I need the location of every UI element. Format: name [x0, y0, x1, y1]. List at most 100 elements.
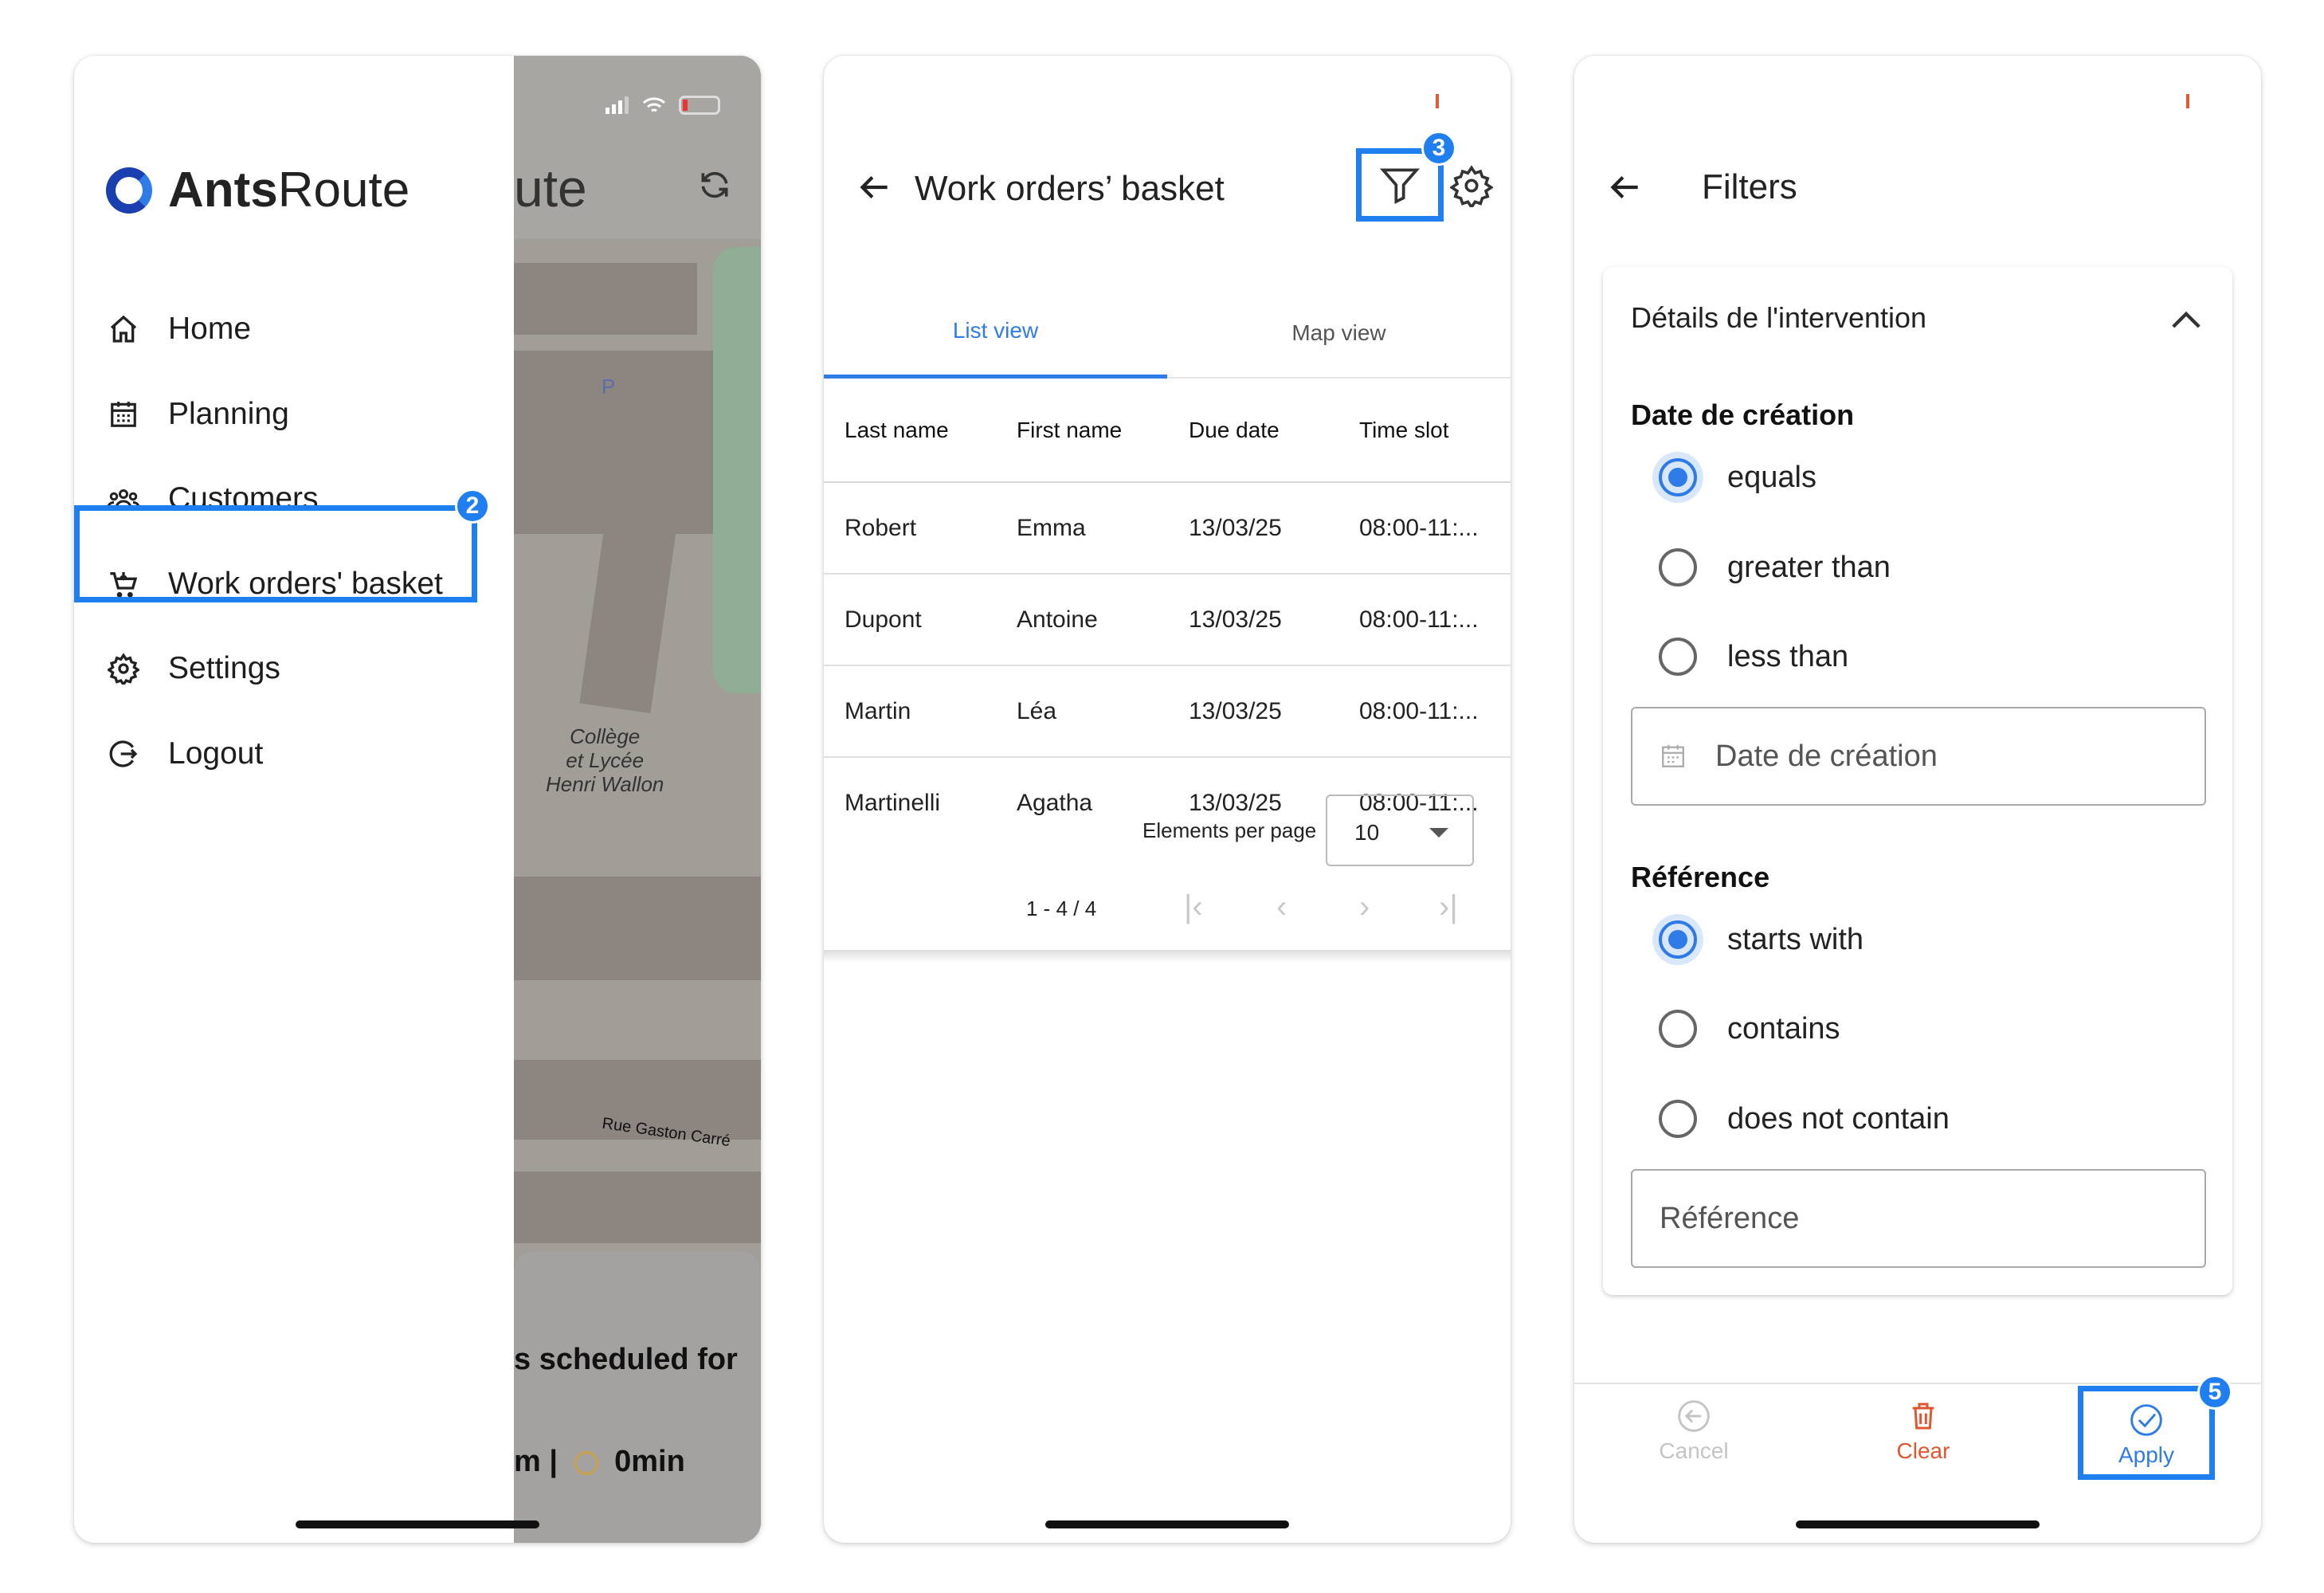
logout-icon [106, 736, 141, 771]
radio-equals[interactable]: equals [1652, 452, 1816, 503]
cell-last-name: Martinelli [845, 790, 941, 816]
first-page-icon[interactable]: |‹ [1184, 889, 1203, 925]
tab-map-view[interactable]: Map view [1167, 287, 1511, 379]
map-parking-label: P [602, 375, 616, 398]
home-indicator [1045, 1520, 1289, 1528]
refresh-icon[interactable] [697, 167, 732, 202]
cell-time-slot: 08:00-11:... [1338, 665, 1511, 758]
duration-value: 0min [614, 1445, 685, 1478]
field-placeholder: Référence [1660, 1201, 1800, 1235]
radio-indicator [1652, 914, 1703, 965]
battery-icon [679, 96, 720, 115]
back-arrow-icon[interactable] [1605, 167, 1644, 207]
field-placeholder: Date de création [1715, 739, 1938, 773]
table-row[interactable]: Martin Léa 13/03/25 08:00-11:... [824, 665, 1511, 758]
back-circle-icon [1678, 1400, 1710, 1432]
radio-label: contains [1727, 1011, 1840, 1046]
chevron-up-icon[interactable] [2169, 305, 2204, 338]
map-building [514, 263, 697, 335]
home-indicator [296, 1520, 539, 1528]
reference-field[interactable]: Référence [1631, 1169, 2206, 1268]
duration-row: m | 0min [514, 1445, 685, 1479]
per-page-value: 10 [1354, 820, 1380, 845]
phone-screen-menu: ute Collège et Lycée Henri Wallon Rue Ga… [74, 56, 761, 1543]
trash-icon [1912, 1403, 1934, 1430]
radio-does-not-contain[interactable]: does not contain [1659, 1100, 1950, 1138]
radio-indicator [1659, 1010, 1697, 1048]
radio-starts-with[interactable]: starts with [1652, 914, 1864, 965]
menu-item-home[interactable]: Home [106, 293, 251, 365]
action-bar: Cancel Clear Apply 5 [1574, 1375, 2261, 1543]
radio-indicator [1652, 452, 1703, 503]
table-row[interactable]: Dupont Antoine 13/03/25 08:00-11:... [824, 574, 1511, 666]
creation-date-field[interactable]: Date de création [1631, 707, 2206, 806]
menu-item-logout[interactable]: Logout [106, 718, 263, 790]
home-icon [106, 312, 141, 347]
duration-text: m | [514, 1445, 558, 1478]
radio-label: starts with [1727, 922, 1864, 956]
radio-indicator [1659, 638, 1697, 676]
radio-indicator [1659, 548, 1697, 587]
antsroute-logo: AntsRoute [106, 162, 410, 218]
group-title-reference: Référence [1631, 861, 1770, 893]
gear-icon[interactable] [1449, 164, 1494, 211]
map-building [514, 1171, 761, 1243]
apply-button[interactable]: Apply [2078, 1386, 2215, 1480]
per-page-select[interactable]: 10 [1326, 795, 1474, 866]
radio-label: equals [1727, 460, 1816, 494]
cell-due-date: 13/03/25 [1168, 482, 1338, 575]
column-header[interactable]: Due date [1168, 379, 1338, 483]
cell-time-slot: 08:00-11:... [1338, 574, 1511, 666]
back-arrow-icon[interactable] [854, 167, 894, 207]
tab-list-view[interactable]: List view [824, 287, 1167, 379]
cell-last-name: Robert [824, 482, 996, 575]
radio-contains[interactable]: contains [1659, 1010, 1840, 1048]
scheduled-text: s scheduled for [514, 1343, 738, 1376]
menu-label: Logout [168, 736, 264, 771]
step-badge: 2 [455, 488, 490, 524]
clear-label: Clear [1896, 1438, 1950, 1463]
nav-drawer: AntsRoute Home Planning Customers Work o… [74, 56, 514, 1543]
column-header[interactable]: Time slot [1338, 379, 1511, 483]
logo-text: AntsRoute [168, 163, 410, 218]
cell-first-name: Antoine [996, 574, 1168, 666]
check-circle-icon [2130, 1404, 2162, 1436]
chevron-down-icon [1429, 828, 1448, 838]
prev-page-icon[interactable]: ‹ [1276, 889, 1287, 925]
apply-label: Apply [2118, 1442, 2175, 1467]
page-title: Work orders’ basket [915, 169, 1225, 208]
status-bar [605, 96, 720, 115]
radio-less-than[interactable]: less than [1659, 638, 1848, 676]
cancel-button[interactable]: Cancel [1630, 1399, 1758, 1464]
radio-greater-than[interactable]: greater than [1659, 548, 1891, 587]
column-header[interactable]: Last name [824, 379, 996, 483]
last-page-icon[interactable]: ›| [1439, 889, 1458, 925]
map-background: ute Collège et Lycée Henri Wallon Rue Ga… [514, 56, 761, 1543]
menu-item-settings[interactable]: Settings [106, 633, 280, 704]
wifi-icon [642, 97, 666, 112]
calendar-icon [1662, 744, 1684, 767]
radio-indicator [1659, 1100, 1697, 1138]
highlight-work-orders [74, 505, 477, 602]
radio-label: does not contain [1727, 1101, 1950, 1136]
map-park [713, 247, 761, 693]
status-dot [2186, 94, 2189, 108]
table-row[interactable]: Robert Emma 13/03/25 08:00-11:... [824, 482, 1511, 575]
clear-button[interactable]: Clear [1860, 1399, 1987, 1464]
next-page-icon[interactable]: › [1359, 889, 1370, 925]
work-orders-table: Last name First name Due date Time slot … [824, 379, 1511, 849]
menu-item-planning[interactable]: Planning [106, 379, 289, 450]
summary-card [514, 1251, 761, 1543]
table-bottom-shadow [824, 950, 1511, 963]
cell-first-name: Emma [996, 482, 1168, 575]
map-building [514, 877, 761, 980]
column-header[interactable]: First name [996, 379, 1168, 483]
signal-icon [605, 96, 629, 114]
home-indicator [1796, 1520, 2040, 1528]
phone-screen-basket: Work orders’ basket 3 List view Map view… [824, 56, 1511, 1543]
menu-label: Home [168, 312, 252, 346]
filter-card: Détails de l'intervention Date de créati… [1603, 267, 2232, 1295]
radio-label: greater than [1727, 550, 1891, 584]
gear-icon [106, 651, 141, 686]
cell-due-date: 13/03/25 [1168, 574, 1338, 666]
